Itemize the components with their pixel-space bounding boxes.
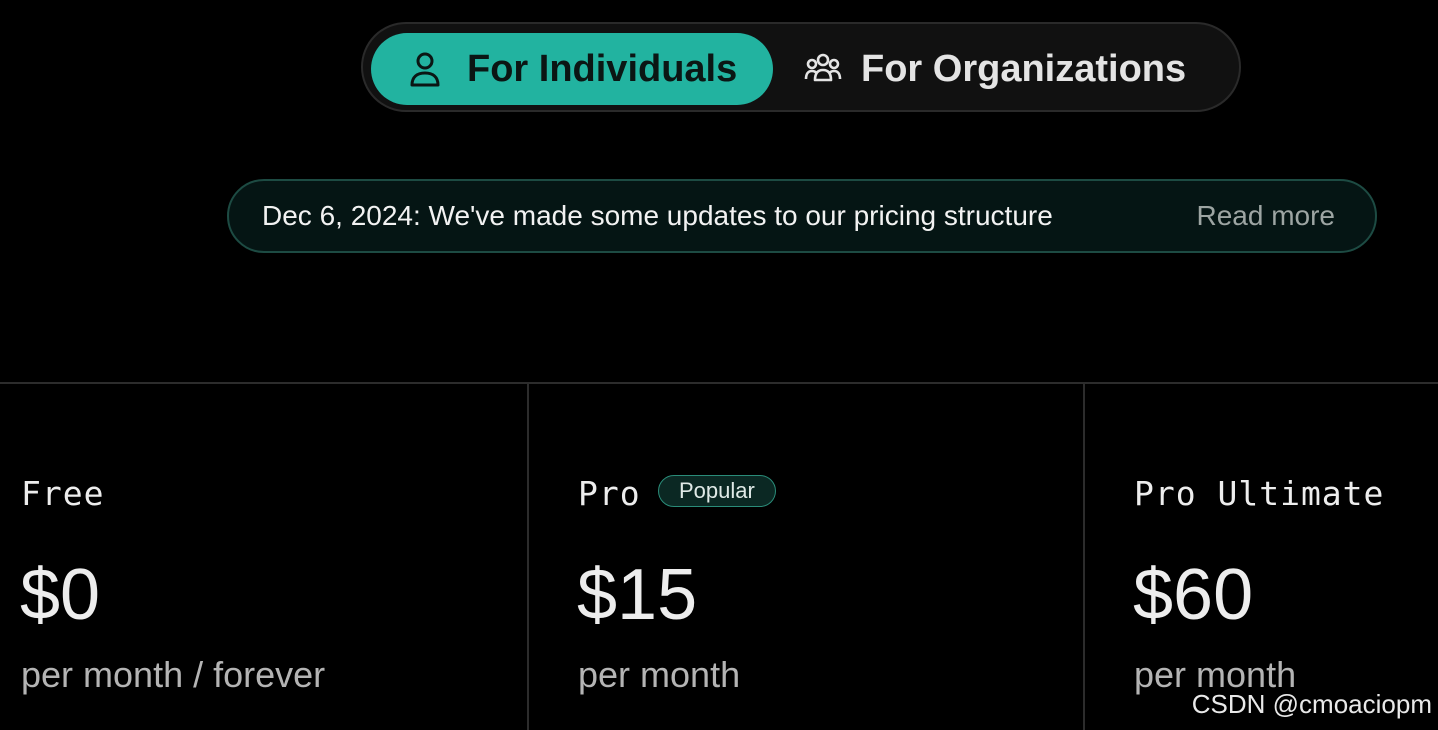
- watermark: CSDN @cmoaciopm: [1191, 689, 1432, 719]
- plan-price: $0: [20, 555, 101, 635]
- read-more-link[interactable]: Read more: [1196, 200, 1335, 232]
- plan-period: per month: [578, 654, 741, 695]
- plan-card-pro: Pro Popular $15 per month: [529, 384, 1083, 730]
- popular-badge: Popular: [658, 475, 776, 507]
- plan-price: $15: [577, 555, 698, 635]
- plan-price: $60: [1133, 555, 1254, 635]
- plan-period: per month / forever: [21, 654, 326, 695]
- plan-name: Pro Ultimate: [1134, 474, 1385, 513]
- audience-toggle: For Individuals For Organizations: [361, 22, 1241, 112]
- user-icon: [405, 49, 445, 89]
- pricing-page: For Individuals For Organizations Dec 6,…: [0, 0, 1438, 730]
- tab-for-individuals-label: For Individuals: [467, 47, 738, 90]
- announcement-banner: Dec 6, 2024: We've made some updates to …: [227, 179, 1377, 253]
- tab-for-organizations-label: For Organizations: [861, 47, 1187, 90]
- users-icon: [803, 49, 843, 89]
- plan-card-free: Free $0 per month / forever: [0, 384, 527, 730]
- tab-for-organizations[interactable]: For Organizations: [803, 33, 1186, 105]
- plan-name: Pro: [578, 474, 641, 513]
- announcement-text: Dec 6, 2024: We've made some updates to …: [262, 200, 1053, 231]
- plan-card-pro-ultimate: Pro Ultimate $60 per month: [1085, 384, 1438, 730]
- tab-for-individuals[interactable]: For Individuals: [371, 33, 773, 105]
- plan-name: Free: [21, 474, 105, 513]
